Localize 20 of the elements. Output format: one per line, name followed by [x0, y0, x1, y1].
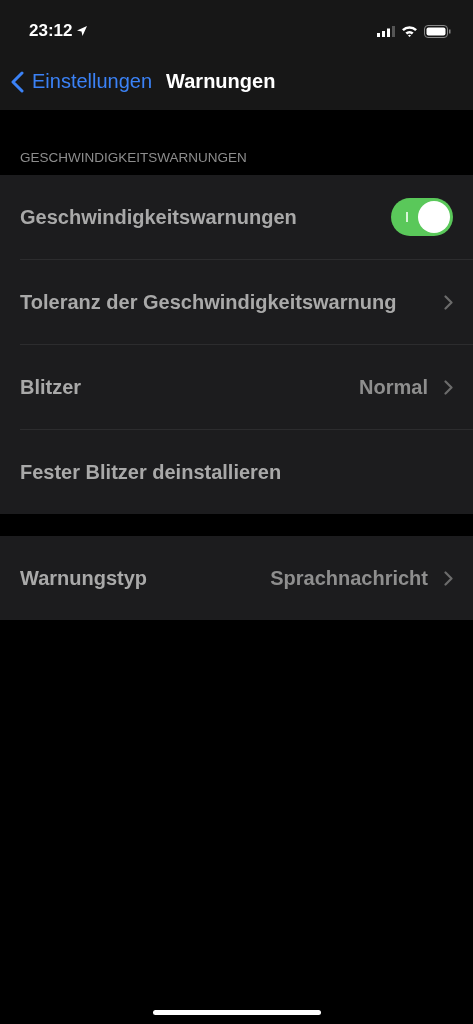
chevron-icon — [444, 570, 453, 586]
row-label[interactable]: Fester Blitzer deinstallieren — [20, 458, 453, 486]
page-title: Warnungen — [166, 70, 276, 93]
toggle-switch[interactable] — [391, 198, 453, 236]
chevron-icon — [444, 379, 453, 395]
signal-icon — [377, 25, 395, 37]
row-value: Normal — [359, 375, 428, 399]
battery-icon — [424, 24, 451, 38]
row-label[interactable]: Toleranz der Geschwindigkeitswarnung — [20, 288, 428, 316]
location-arrow-icon — [76, 25, 89, 37]
wifi-icon — [401, 25, 418, 37]
back-button[interactable]: Einstellungen — [11, 70, 153, 93]
chevron-icon — [444, 294, 453, 310]
row-label[interactable]: Geschwindigkeitswarnungen — [20, 203, 381, 231]
row-value: Sprachnachricht — [270, 566, 428, 590]
row-label[interactable]: Blitzer — [20, 373, 350, 401]
row-label[interactable]: Warnungstyp — [20, 564, 261, 592]
status-time: 23:12 — [29, 21, 73, 41]
back-chevron-icon — [11, 70, 24, 93]
section-header: GESCHWINDIGKEITSWARNUNGEN — [19, 149, 248, 167]
